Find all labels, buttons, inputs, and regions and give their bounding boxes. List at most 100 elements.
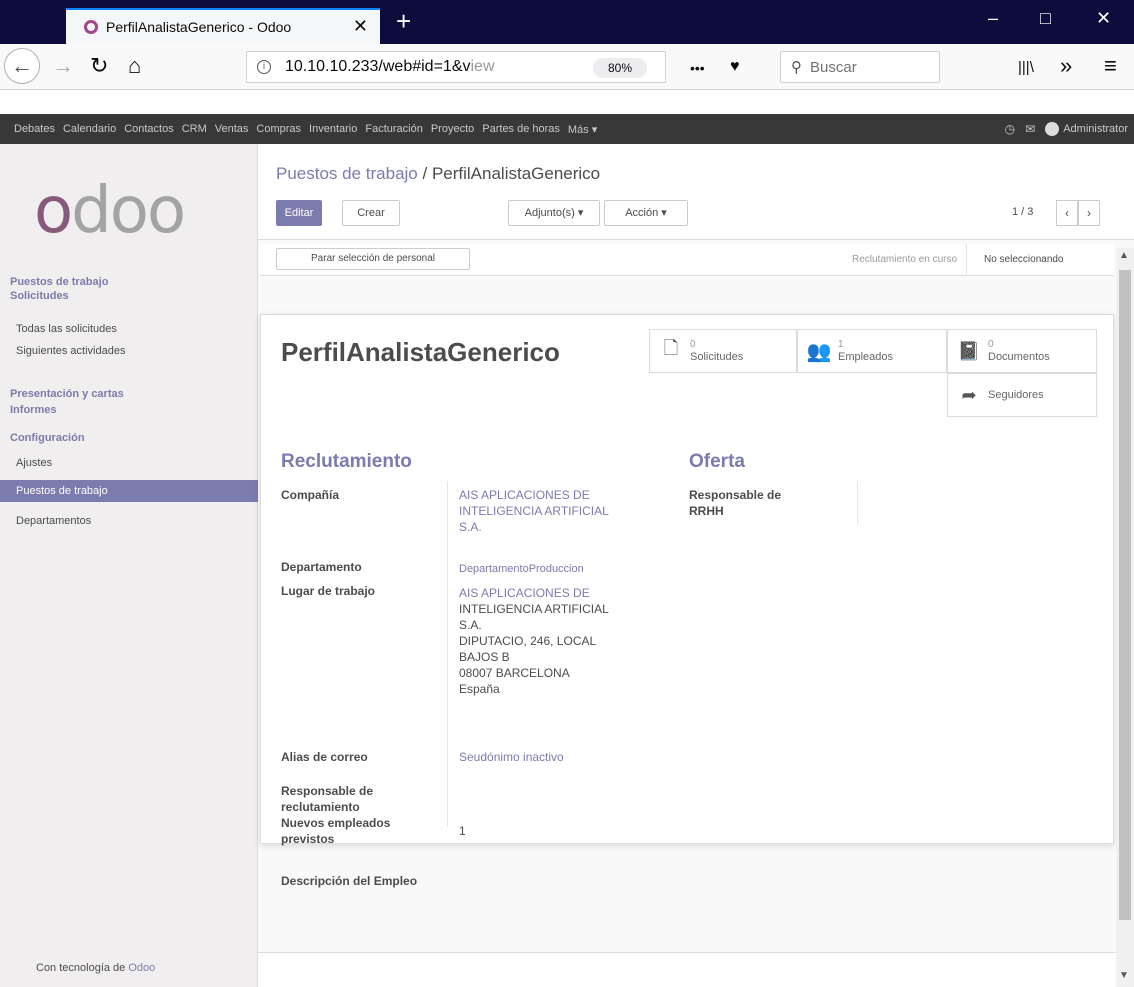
odoo-favicon-icon [84,20,98,34]
window-close-icon[interactable]: ✕ [1096,8,1111,29]
sidebar-head-presentacion[interactable]: Presentación y cartas [10,388,124,400]
browser-navbar: ← → ↻ ⌂ i 10.10.10.233/web#id=1&view 80%… [0,44,1134,90]
browser-tabstrip: PerfilAnalistaGenerico - Odoo ✕ + – □ ✕ [0,0,1134,44]
search-placeholder: Buscar [810,58,857,76]
value-nuevos-empleados: 1 [459,824,466,838]
site-info-icon[interactable]: i [257,60,271,74]
menu-contactos[interactable]: Contactos [124,123,174,135]
menu-facturacion[interactable]: Facturación [365,123,422,135]
stage-recruiting[interactable]: Reclutamiento en curso [852,254,957,265]
stage-not-recruiting[interactable]: No seleccionando [984,254,1064,265]
label-nuevos-empleados: Nuevos empleados previstos [281,816,391,846]
library-icon[interactable]: |||\ [1018,54,1034,82]
pager-value[interactable]: 1 / 3 [1012,206,1033,218]
url-text: 10.10.10.233/web#id=1&view [285,58,495,75]
record-title: PerfilAnalistaGenerico [281,337,560,367]
sidebar-head-puestos[interactable]: Puestos de trabajo [10,276,108,288]
forward-arrow-icon[interactable]: → [52,52,74,80]
documents-smart-button[interactable]: 📓 0 Documentos [947,329,1097,373]
search-input[interactable]: ⚲ Buscar [780,51,940,83]
menu-debates[interactable]: Debates [14,123,55,135]
employees-smart-button[interactable]: 👥 1 Empleados [797,329,947,373]
tab-title: PerfilAnalistaGenerico - Odoo [106,19,292,35]
pager-previous-button[interactable]: ‹ [1056,200,1078,226]
user-menu[interactable]: Administrator [1063,123,1128,135]
new-tab-button[interactable]: + [396,6,411,36]
document-icon: 🗋 [663,338,679,358]
form-sheet: PerfilAnalistaGenerico 🗋 0 Solicitudes 👥 … [260,314,1114,888]
sidebar-head-configuracion[interactable]: Configuración [10,432,85,444]
book-icon: 📓 [957,340,981,361]
sidebar: odoo Puestos de trabajo Solicitudes Toda… [0,144,258,987]
avatar[interactable] [1045,122,1060,136]
sidebar-item-siguientes-actividades[interactable]: Siguientes actividades [0,340,258,362]
overflow-icon[interactable]: » [1060,52,1072,80]
menu-calendario[interactable]: Calendario [63,123,116,135]
label-alias-correo: Alias de correo [281,750,368,764]
odoo-link[interactable]: Odoo [128,962,155,974]
sidebar-item-departamentos[interactable]: Departamentos [0,510,258,532]
stop-recruitment-button[interactable]: Parar selección de personal [276,248,470,270]
section-reclutamiento: Reclutamiento [281,451,412,472]
menu-crm[interactable]: CRM [182,123,207,135]
close-tab-icon[interactable]: ✕ [353,16,368,37]
pager-next-button[interactable]: › [1078,200,1100,226]
reload-icon[interactable]: ↻ [90,52,108,80]
label-descripcion-empleo: Descripción del Empleo [281,874,418,888]
scroll-thumb[interactable] [1119,270,1131,920]
value-departamento[interactable]: DepartamentoProduccion [459,561,584,577]
label-lugar-trabajo: Lugar de trabajo [281,584,376,598]
menu-ventas[interactable]: Ventas [215,123,249,135]
users-icon: 👥 [806,340,832,363]
value-lugar-trabajo-link[interactable]: AIS APLICACIONES DE [459,585,590,601]
home-icon[interactable]: ⌂ [128,52,141,80]
label-compania: Compañía [281,488,340,502]
value-compania[interactable]: AIS APLICACIONES DE INTELIGENCIA ARTIFIC… [459,487,609,535]
breadcrumb-current: PerfilAnalistaGenerico [431,164,601,183]
edit-button[interactable]: Editar [276,200,322,226]
followers-smart-button[interactable]: ➦ Seguidores [947,373,1097,417]
sidebar-head-solicitudes[interactable]: Solicitudes [10,290,69,302]
menu-proyecto[interactable]: Proyecto [431,123,474,135]
odoo-top-menu: Debates Calendario Contactos CRM Ventas … [0,90,1134,144]
scroll-down-icon[interactable]: ▼ [1119,970,1129,981]
menu-partes-de-horas[interactable]: Partes de horas [482,123,560,135]
section-oferta: Oferta [689,451,745,472]
url-bar[interactable]: i 10.10.10.233/web#id=1&view 80% [246,51,666,83]
sidebar-item-puestos-de-trabajo[interactable]: Puestos de trabajo [0,480,258,502]
share-arrow-icon: ➦ [961,384,977,405]
control-panel: Puestos de trabajo / PerfilAnalistaGener… [258,144,1134,240]
label-responsable-rrhh: Responsable de RRHH [689,488,782,518]
chat-icon[interactable]: ✉ [1025,122,1035,136]
breadcrumb-parent[interactable]: Puestos de trabajo [276,164,418,183]
app-menu-bar: Debates Calendario Contactos CRM Ventas … [0,114,1134,144]
sidebar-head-informes[interactable]: Informes [10,404,56,416]
menu-compras[interactable]: Compras [256,123,301,135]
main-content: Puestos de trabajo / PerfilAnalistaGener… [258,144,1134,987]
create-button[interactable]: Crear [342,200,400,226]
applications-smart-button[interactable]: 🗋 0 Solicitudes [649,329,797,373]
minimize-icon[interactable]: – [988,8,998,29]
attachments-dropdown[interactable]: Adjunto(s) ▾ [508,200,600,226]
sidebar-item-ajustes[interactable]: Ajustes [0,452,258,474]
hamburger-menu-icon[interactable]: ≡ [1104,52,1117,80]
breadcrumb: Puestos de trabajo / PerfilAnalistaGener… [276,164,601,183]
menu-mas[interactable]: Más ▾ [568,123,597,136]
activity-clock-icon[interactable]: ◷ [1005,122,1015,136]
page-scrollbar[interactable]: ▲ ▼ [1116,248,1134,987]
browser-tab[interactable]: PerfilAnalistaGenerico - Odoo ✕ [66,8,380,44]
maximize-icon[interactable]: □ [1040,8,1051,29]
zoom-badge[interactable]: 80% [593,58,647,78]
odoo-logo[interactable]: odoo [34,174,186,248]
page-actions-icon[interactable]: ••• [690,54,705,82]
pocket-icon[interactable]: ♥ [730,53,740,81]
chatter-area [258,952,1134,987]
sidebar-item-todas-solicitudes[interactable]: Todas las solicitudes [0,318,258,340]
powered-by: Con tecnología de Odoo [36,962,156,974]
value-alias-correo[interactable]: Seudónimo inactivo [459,749,564,765]
action-dropdown[interactable]: Acción ▾ [604,200,688,226]
menu-inventario[interactable]: Inventario [309,123,357,135]
back-button[interactable]: ← [4,48,40,84]
scroll-up-icon[interactable]: ▲ [1119,250,1129,261]
form-statusbar: Parar selección de personal Reclutamient… [260,244,1114,276]
